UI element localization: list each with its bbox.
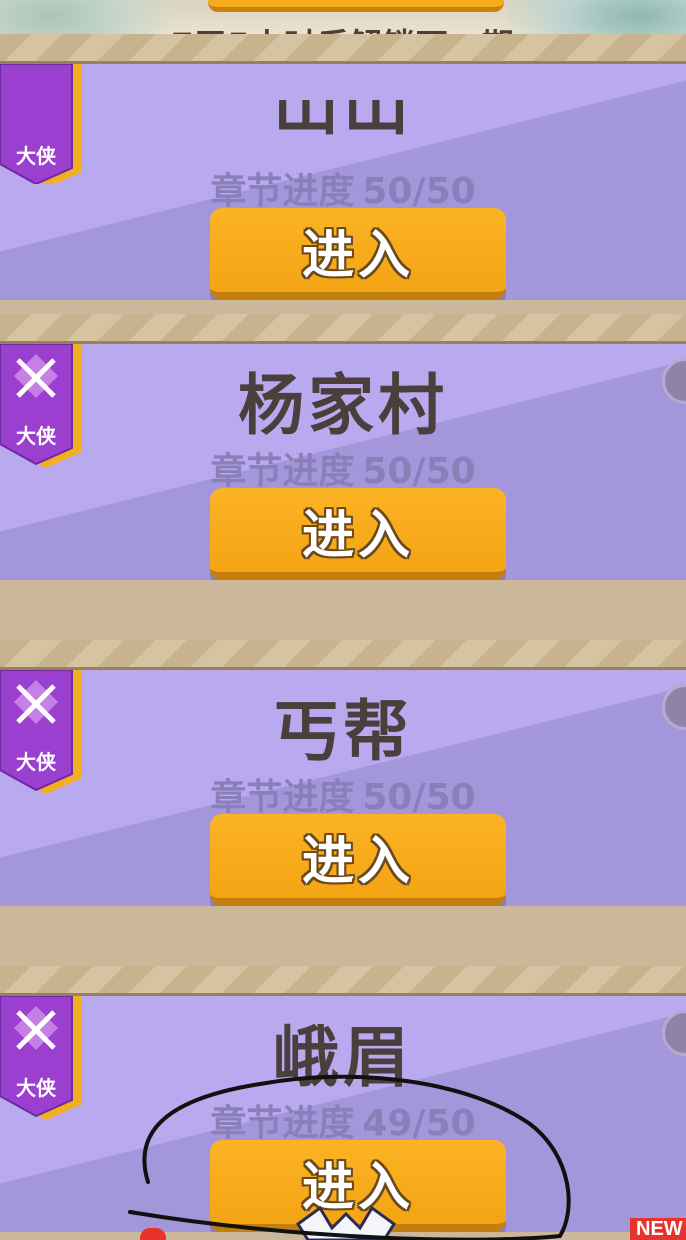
- enter-button[interactable]: 进入: [210, 488, 506, 580]
- enter-button[interactable]: 进入: [210, 208, 506, 300]
- card-divider: [0, 966, 686, 996]
- chapter-card: 山山 大侠 章节进度 50/50 进入: [0, 34, 686, 300]
- chapter-card: 峨眉 大侠 章节进度 49/50 进入: [0, 966, 686, 1232]
- chapter-progress: 章节进度 50/50: [0, 162, 686, 214]
- progress-label: 章节进度: [210, 1103, 355, 1144]
- chapter-title: 峨眉: [273, 1019, 413, 1096]
- progress-value: 50/50: [362, 451, 476, 492]
- chapter-title: 杨家村: [238, 367, 448, 444]
- progress-value: 49/50: [362, 1103, 476, 1144]
- new-tag: NEW: [630, 1218, 686, 1240]
- chapter-progress: 章节进度 49/50: [0, 1094, 686, 1146]
- chapter-card: 丐帮 大侠 章节进度 50/50 进入: [0, 640, 686, 906]
- progress-label: 章节进度: [210, 451, 355, 492]
- progress-label: 章节进度: [210, 777, 355, 818]
- progress-label: 章节进度: [210, 171, 355, 212]
- chapter-progress: 章节进度 50/50: [0, 768, 686, 820]
- enter-button[interactable]: 进入: [210, 814, 506, 906]
- card-divider: [0, 34, 686, 64]
- top-button[interactable]: [208, 0, 504, 12]
- chapter-progress: 章节进度 50/50: [0, 442, 686, 494]
- card-divider: [0, 640, 686, 670]
- progress-value: 50/50: [362, 777, 476, 818]
- mascot-icon: [295, 1205, 397, 1240]
- card-divider: [0, 314, 686, 344]
- chapter-card: 杨家村 大侠 章节进度 50/50 进入: [0, 314, 686, 580]
- red-button-stub[interactable]: [140, 1228, 166, 1240]
- chapter-title: 丐帮: [273, 693, 413, 770]
- progress-value: 50/50: [362, 171, 476, 212]
